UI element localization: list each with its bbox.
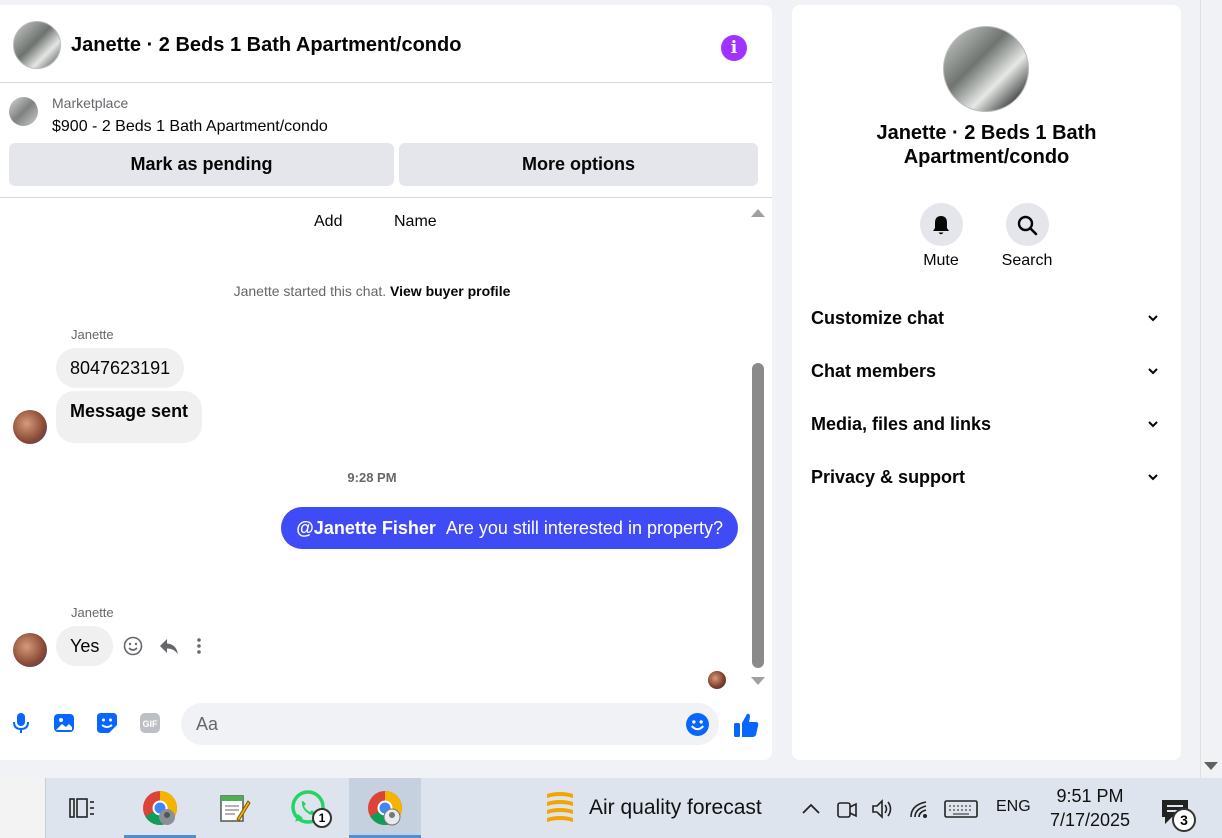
media-files-links-section[interactable]: Media, files and links bbox=[811, 414, 1163, 444]
incoming-message[interactable]: Message sent bbox=[56, 391, 203, 443]
sender-avatar[interactable] bbox=[13, 410, 47, 444]
gif-icon[interactable]: GIF bbox=[138, 711, 162, 735]
mark-as-pending-button[interactable]: Mark as pending bbox=[9, 143, 394, 186]
thumbs-up-icon[interactable] bbox=[732, 711, 760, 739]
marketplace-listing: Marketplace $900 - 2 Beds 1 Bath Apartme… bbox=[0, 83, 772, 198]
incoming-message[interactable]: 8047623191 bbox=[56, 348, 185, 388]
listing-thumbnail[interactable] bbox=[9, 97, 38, 126]
chat-started-notice: Janette started this chat. View buyer pr… bbox=[0, 283, 744, 299]
mute-label: Mute bbox=[923, 252, 959, 269]
outgoing-message[interactable]: @Janette Fisher Are you still interested … bbox=[281, 507, 738, 549]
search-button[interactable] bbox=[1005, 203, 1049, 246]
privacy-support-section[interactable]: Privacy & support bbox=[811, 467, 1163, 497]
chrome-icon bbox=[143, 791, 177, 825]
read-receipt-avatar bbox=[708, 671, 726, 689]
photo-icon[interactable] bbox=[52, 711, 76, 735]
chat-title[interactable]: Janette · 2 Beds 1 Bath Apartment/condo bbox=[71, 34, 461, 57]
input-language[interactable]: ENG bbox=[996, 798, 1031, 816]
chat-panel: Janette · 2 Beds 1 Bath Apartment/condo … bbox=[0, 5, 772, 760]
chat-info-panel: Janette · 2 Beds 1 Bath Apartment/condo … bbox=[792, 5, 1181, 760]
whatsapp-taskbar-button[interactable]: 1 bbox=[272, 778, 344, 838]
emoji-icon[interactable] bbox=[685, 712, 710, 737]
scroll-down-arrow[interactable] bbox=[751, 677, 765, 685]
name-action-label[interactable]: Name bbox=[394, 213, 437, 231]
message-timestamp: 9:28 PM bbox=[347, 470, 397, 485]
chevron-down-icon bbox=[1148, 315, 1158, 322]
message-list: Add Name Janette started this chat. View… bbox=[0, 199, 748, 689]
reply-icon[interactable] bbox=[158, 635, 180, 657]
more-options-button[interactable]: More options bbox=[399, 143, 758, 186]
section-label: Media, files and links bbox=[811, 414, 992, 434]
customize-chat-section[interactable]: Customize chat bbox=[811, 308, 1163, 338]
weather-text: Air quality forecast bbox=[589, 796, 762, 819]
notification-count-badge: 3 bbox=[1172, 808, 1196, 832]
speaker-icon[interactable] bbox=[870, 797, 894, 821]
chat-header: Janette · 2 Beds 1 Bath Apartment/condo … bbox=[0, 5, 772, 83]
sender-name: Janette bbox=[71, 605, 114, 620]
task-view-icon bbox=[69, 798, 94, 818]
chevron-down-icon bbox=[1148, 421, 1158, 428]
react-emoji-icon[interactable] bbox=[122, 635, 144, 657]
info-icon[interactable]: i bbox=[721, 35, 747, 61]
clock-date: 7/17/2025 bbox=[1049, 810, 1131, 830]
message-input[interactable] bbox=[181, 703, 719, 745]
scroll-up-arrow[interactable] bbox=[751, 209, 765, 217]
chrome-icon bbox=[368, 791, 402, 826]
chevron-up-icon[interactable] bbox=[800, 797, 822, 821]
outgoing-message-text: Are you still interested in property? bbox=[445, 518, 723, 538]
listing-title[interactable]: $900 - 2 Beds 1 Bath Apartment/condo bbox=[52, 118, 328, 136]
message-composer: GIF bbox=[0, 695, 772, 755]
chrome-taskbar-button[interactable] bbox=[349, 778, 421, 838]
camera-icon[interactable] bbox=[836, 797, 858, 821]
keyboard-icon[interactable] bbox=[944, 797, 978, 821]
taskbar: 1 Air quality forecast ENG 9:51 PM 7/17/… bbox=[0, 778, 1222, 838]
start-button[interactable] bbox=[0, 778, 46, 838]
whatsapp-unread-badge: 1 bbox=[312, 808, 332, 828]
more-vertical-icon[interactable] bbox=[194, 635, 204, 657]
sticker-icon[interactable] bbox=[95, 711, 119, 735]
section-label: Privacy & support bbox=[811, 467, 966, 487]
incoming-message[interactable]: Yes bbox=[56, 626, 114, 666]
mention-tag[interactable]: @Janette Fisher bbox=[296, 518, 436, 538]
chevron-down-icon bbox=[1148, 368, 1158, 375]
notepad-icon bbox=[220, 795, 251, 822]
section-label: Chat members bbox=[811, 361, 937, 381]
sender-name: Janette bbox=[71, 327, 114, 342]
bell-icon bbox=[933, 215, 949, 234]
search-icon bbox=[1017, 215, 1038, 235]
message-actions bbox=[122, 635, 204, 657]
wifi-icon[interactable] bbox=[908, 797, 932, 821]
system-clock[interactable]: 9:51 PM 7/17/2025 bbox=[1042, 784, 1138, 832]
clock-time: 9:51 PM bbox=[1056, 786, 1124, 806]
section-label: Customize chat bbox=[811, 308, 945, 328]
chat-avatar[interactable] bbox=[13, 21, 61, 69]
weather-widget[interactable]: Air quality forecast bbox=[543, 778, 762, 838]
sender-avatar[interactable] bbox=[13, 633, 47, 667]
chat-started-text: Janette started this chat. bbox=[233, 283, 387, 299]
profile-avatar[interactable] bbox=[943, 26, 1029, 112]
message-scrollbar-thumb[interactable] bbox=[752, 363, 764, 668]
search-label: Search bbox=[1001, 252, 1053, 269]
chrome-profile-taskbar-button[interactable] bbox=[124, 778, 196, 838]
svg-text:GIF: GIF bbox=[143, 719, 159, 729]
mute-action[interactable]: Mute bbox=[911, 203, 971, 270]
air-quality-icon bbox=[547, 792, 573, 822]
add-action-label[interactable]: Add bbox=[314, 213, 342, 231]
window-scroll-down-arrow[interactable] bbox=[1204, 762, 1218, 770]
search-action[interactable]: Search bbox=[997, 203, 1057, 270]
microphone-icon[interactable] bbox=[9, 711, 33, 735]
marketplace-label: Marketplace bbox=[52, 95, 129, 111]
mute-button[interactable] bbox=[919, 203, 963, 246]
notes-app-taskbar-button[interactable] bbox=[198, 778, 270, 838]
task-view-button[interactable] bbox=[46, 778, 118, 838]
view-buyer-profile-link[interactable]: View buyer profile bbox=[390, 283, 510, 299]
profile-name: Janette · 2 Beds 1 Bath Apartment/condo bbox=[876, 122, 1097, 168]
chevron-down-icon bbox=[1148, 474, 1158, 481]
chat-members-section[interactable]: Chat members bbox=[811, 361, 1163, 391]
window-scrollbar[interactable] bbox=[1200, 0, 1222, 778]
